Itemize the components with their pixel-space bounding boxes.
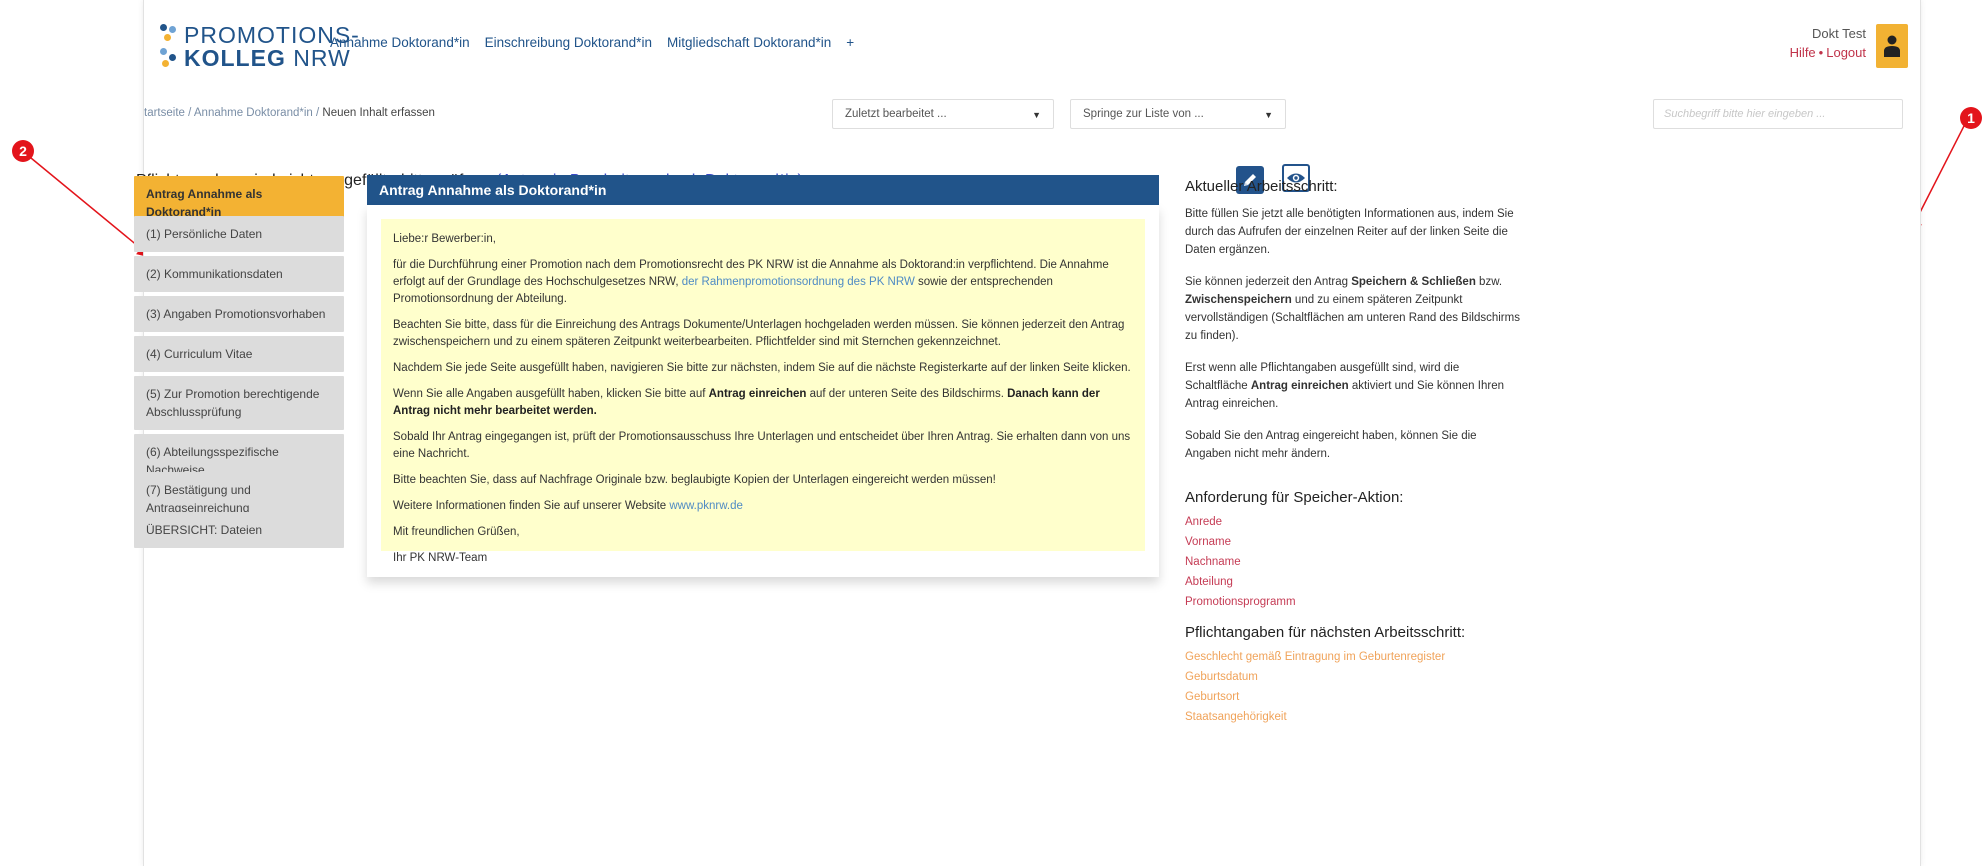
info-note: Liebe:r Bewerber:in, für die Durchführun… [381,219,1145,564]
jump-select-value: Springe zur Liste von ... [1083,108,1204,120]
next-step-requirements-title: Pflichtangaben für nächsten Arbeitsschri… [1185,624,1466,641]
tab-curriculum-vitae[interactable]: (4) Curriculum Vitae [134,336,344,372]
list-item[interactable]: Staatsangehörigkeit [1185,707,1525,727]
paragraph-upload: Beachten Sie bitte, dass für die Einreic… [393,319,1125,348]
logo-text-line2: KOLLEG NRW [184,45,351,72]
list-item[interactable]: Geburtsdatum [1185,667,1525,687]
step-title: Aktueller Arbeitsschritt: [1185,178,1338,195]
breadcrumb-annahme[interactable]: Annahme Doktorand*in [194,107,313,119]
step-text-2-a: Sie können jederzeit den Antrag [1185,276,1352,288]
website-link[interactable]: www.pknrw.de [669,500,743,512]
nav-annahme[interactable]: Annahme Doktorand*in [330,35,470,50]
link-separator: • [1818,45,1824,60]
list-item[interactable]: Geburtsort [1185,687,1525,707]
breadcrumb-current: Neuen Inhalt erfassen [322,107,435,119]
step-text-1: Bitte füllen Sie jetzt alle benötigten I… [1185,208,1514,256]
step-text-3: Erst wenn alle Pflichtangaben ausgefüllt… [1185,359,1525,413]
paragraph-submit-text-mid: auf der unteren Seite des Bildschirms. [806,388,1008,400]
paragraph-website-text: Weitere Informationen finden Sie auf uns… [393,500,670,512]
next-step-requirements-list: Geschlecht gemäß Eintragung im Geburtenr… [1185,647,1525,727]
list-item[interactable]: Anrede [1185,512,1525,532]
nav-einschreibung[interactable]: Einschreibung Doktorand*in [485,35,652,50]
save-requirements-list: Anrede Vorname Nachname Abteilung Promot… [1185,512,1525,612]
chevron-down-icon: ▼ [1032,110,1041,120]
nav-add[interactable]: + [846,35,854,50]
logo-text-kolleg: KOLLEG [184,45,286,71]
paragraph-review: Sobald Ihr Antrag eingegangen ist, prüft… [393,431,1131,460]
tab-abschlusspruefung[interactable]: (5) Zur Promotion berechtigende Abschlus… [134,376,344,430]
avatar[interactable] [1876,24,1908,68]
annotation-arrow-2 [30,157,153,258]
step-text-4: Sobald Sie den Antrag eingereicht haben,… [1185,430,1477,460]
main-nav: Annahme Doktorand*in Einschreibung Dokto… [330,35,854,50]
app-window: PROMOTIONS- KOLLEG NRW Annahme Doktorand… [134,0,1921,866]
chevron-down-icon: ▼ [1264,110,1273,120]
list-item[interactable]: Abteilung [1185,572,1525,592]
paragraph-website: Weitere Informationen finden Sie auf uns… [393,498,1133,515]
submit-label-bold: Antrag einreichen [708,388,807,400]
user-icon [1884,35,1900,57]
tab-persoenliche-daten[interactable]: (1) Persönliche Daten [134,216,344,252]
card-title: Antrag Annahme als Doktorand*in [367,175,1159,205]
step-text-2-c: bzw. [1475,276,1503,288]
logo-mark-icon [160,24,180,68]
signature: Ihr PK NRW-Team [393,552,488,564]
step-panel: Aktueller Arbeitsschritt: Bitte füllen S… [1185,178,1525,727]
breadcrumb-separator: / [312,107,323,119]
user-name: Dokt Test [1812,26,1866,41]
search-input[interactable] [1653,99,1903,129]
recent-select[interactable]: Zuletzt bearbeitet ... ▼ [832,99,1054,129]
logo[interactable]: PROMOTIONS- KOLLEG NRW [158,16,359,72]
tab-kommunikationsdaten[interactable]: (2) Kommunikationsdaten [134,256,344,292]
tab-uebersicht-dateien[interactable]: ÜBERSICHT: Dateien [134,512,344,548]
info-card: Liebe:r Bewerber:in, für die Durchführun… [367,205,1159,577]
tab-promotionsvorhaben[interactable]: (3) Angaben Promotionsvorhaben [134,296,344,332]
save-draft-label: Zwischenspeichern [1185,294,1292,306]
paragraph-originals: Bitte beachten Sie, dass auf Nachfrage O… [393,474,996,486]
help-link[interactable]: Hilfe [1790,45,1816,60]
annotation-badge-2: 2 [12,140,34,162]
closing: Mit freundlichen Grüßen, [393,526,520,538]
logout-link[interactable]: Logout [1826,45,1866,60]
paragraph-intro: für die Durchführung einer Promotion nac… [393,257,1133,308]
user-menu: Dokt Test Hilfe • Logout [1790,26,1866,60]
recent-select-value: Zuletzt bearbeitet ... [845,108,947,120]
list-item[interactable]: Nachname [1185,552,1525,572]
paragraph-submit-text: Wenn Sie alle Angaben ausgefüllt haben, … [393,388,709,400]
rahmenpromotionsordnung-link[interactable]: der Rahmenpromotionsordnung des PK NRW [682,276,915,288]
list-item[interactable]: Vorname [1185,532,1525,552]
save-close-label: Speichern & Schließen [1351,276,1476,288]
list-item[interactable]: Geschlecht gemäß Eintragung im Geburtenr… [1185,647,1525,667]
step-text-2: Sie können jederzeit den Antrag Speicher… [1185,273,1525,345]
paragraph-navigation: Nachdem Sie jede Seite ausgefüllt haben,… [393,362,1131,374]
jump-select[interactable]: Springe zur Liste von ... ▼ [1070,99,1286,129]
breadcrumb-start[interactable]: tartseite [144,107,185,119]
submit-button-label: Antrag einreichen [1250,380,1349,392]
paragraph-submit: Wenn Sie alle Angaben ausgefüllt haben, … [393,386,1133,420]
breadcrumb: tartseite / Annahme Doktorand*in / Neuen… [144,107,435,119]
save-requirements-title: Anforderung für Speicher-Aktion: [1185,489,1404,506]
list-item[interactable]: Promotionsprogramm [1185,592,1525,612]
nav-mitgliedschaft[interactable]: Mitgliedschaft Doktorand*in [667,35,831,50]
breadcrumb-separator: / [184,107,194,119]
annotation-badge-1: 1 [1960,107,1982,129]
greeting: Liebe:r Bewerber:in, [393,233,496,245]
